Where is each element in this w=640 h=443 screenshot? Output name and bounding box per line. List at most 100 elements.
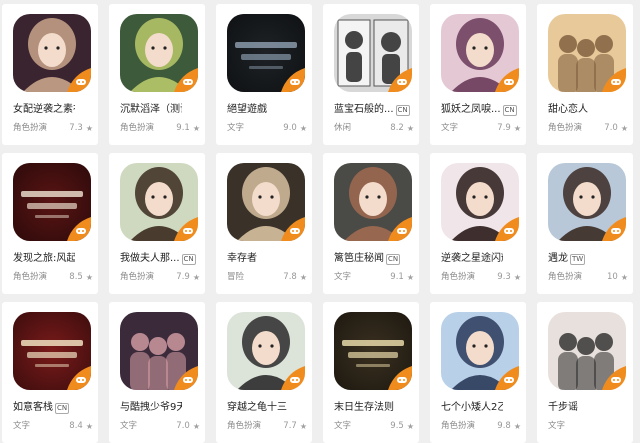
game-card[interactable]: 遇龙 TW 角色扮演 10 ★ xyxy=(537,153,633,294)
game-card[interactable]: 逆袭之星途闪耀... 角色扮演 9.3★ xyxy=(430,153,526,294)
region-badge: CN xyxy=(395,104,410,116)
game-category: 文字 xyxy=(13,421,31,431)
game-title[interactable]: 末日生存法则 xyxy=(334,401,394,415)
game-grid: 女配逆袭之素衣角色扮演7.3★沉默滔泽（测试...角色扮演9.1★絕望遊戲文字9… xyxy=(0,0,640,443)
game-title[interactable]: 蓝宝石般的... xyxy=(334,103,394,117)
game-title[interactable]: 狐妖之凤唳... xyxy=(441,103,501,117)
game-card[interactable]: 女配逆袭之素衣角色扮演 7.3★ xyxy=(2,4,98,145)
star-icon: ★ xyxy=(192,273,200,282)
game-title[interactable]: 穿越之龟十三 xyxy=(227,401,287,415)
game-card[interactable]: 甜心恋人 角色扮演 7.0 ★ xyxy=(537,4,633,145)
game-title-row: 幸存者 xyxy=(227,251,311,267)
game-title[interactable]: 絕望遊戲 xyxy=(227,103,267,117)
game-title[interactable]: 逆袭之星途闪耀... xyxy=(441,252,503,266)
manga-icon[interactable] xyxy=(334,14,412,92)
portrait-icon[interactable] xyxy=(548,163,626,241)
game-meta-row: 角色扮演 9.8 ★ xyxy=(441,421,521,432)
game-category: 角色扮演 xyxy=(441,272,476,282)
game-card[interactable]: 七个小矮人2乙... 角色扮演 9.8★ xyxy=(430,302,526,443)
game-meta-row: 文字 xyxy=(548,421,628,432)
star-icon: ★ xyxy=(85,124,93,133)
game-score: 9.1 xyxy=(390,272,404,282)
game-card[interactable]: 狐妖之凤唳... CN 文字 7.9 ★ xyxy=(430,4,526,145)
portrait-icon[interactable] xyxy=(13,14,91,92)
game-title[interactable]: 沉默滔泽（测试... xyxy=(120,103,182,117)
game-card[interactable]: 我做夫人那... CN 角色扮演 7.9 ★ xyxy=(109,153,205,294)
group-icon[interactable] xyxy=(548,14,626,92)
star-icon: ★ xyxy=(299,422,307,431)
game-meta-row: 角色扮演 9.3 ★ xyxy=(441,272,521,283)
game-title[interactable]: 发现之旅:风起... xyxy=(13,252,75,266)
region-badge: CN xyxy=(386,253,401,265)
game-score: 7.3 xyxy=(69,123,83,133)
game-card[interactable]: 幸存者冒险 7.8 ★ xyxy=(216,153,312,294)
game-title[interactable]: 遇龙 xyxy=(548,252,568,266)
game-title[interactable]: 女配逆袭之素衣 xyxy=(13,103,75,117)
game-score: 9.5 xyxy=(390,421,404,431)
star-icon: ★ xyxy=(85,273,93,282)
game-title-row: 甜心恋人 xyxy=(548,102,632,118)
game-title[interactable]: 篱笆庄秘闻 xyxy=(334,252,384,266)
game-card[interactable]: 沉默滔泽（测试... 角色扮演 9.1★ xyxy=(109,4,205,145)
portrait-icon[interactable] xyxy=(227,312,305,390)
game-title-row: 末日生存法则 xyxy=(334,400,418,416)
game-title-row: 穿越之龟十三 xyxy=(227,400,311,416)
game-score: 9.0 xyxy=(283,123,297,133)
star-icon: ★ xyxy=(406,124,414,133)
game-title[interactable]: 我做夫人那... xyxy=(120,252,180,266)
game-title[interactable]: 七个小矮人2乙... xyxy=(441,401,503,415)
game-meta-row: 角色扮演 7.3 ★ xyxy=(13,123,93,134)
portrait-icon[interactable] xyxy=(120,14,198,92)
game-card[interactable]: 篱笆庄秘闻 CN 文字 9.1 ★ xyxy=(323,153,419,294)
game-card[interactable]: 末日生存法则 文字 9.5 ★ xyxy=(323,302,419,443)
game-score: 9.8 xyxy=(497,421,511,431)
game-category: 文字 xyxy=(334,421,352,431)
game-title-row: 与酷拽少爷9天... xyxy=(120,400,204,416)
title-art-icon[interactable] xyxy=(13,163,91,241)
game-category: 角色扮演 xyxy=(120,272,155,282)
portrait-icon[interactable] xyxy=(227,163,305,241)
region-badge: CN xyxy=(502,104,517,116)
game-score: 8.4 xyxy=(69,421,83,431)
game-card[interactable]: 蓝宝石般的... CN 休闲 8.2 ★ xyxy=(323,4,419,145)
game-card[interactable]: 与酷拽少爷9天... 文字 7.0★ xyxy=(109,302,205,443)
group-icon[interactable] xyxy=(548,312,626,390)
game-score: 8.5 xyxy=(69,272,83,282)
star-icon: ★ xyxy=(620,273,628,282)
game-title-row: 千步谣 xyxy=(548,400,632,416)
game-title[interactable]: 如意客栈 xyxy=(13,401,53,415)
game-title-row: 遇龙 TW xyxy=(548,251,632,267)
game-meta-row: 文字 9.0 ★ xyxy=(227,123,307,134)
game-meta-row: 冒险 7.8 ★ xyxy=(227,272,307,283)
game-category: 角色扮演 xyxy=(548,272,583,282)
star-icon: ★ xyxy=(513,124,521,133)
game-title-row: 蓝宝石般的... CN xyxy=(334,102,418,118)
game-title[interactable]: 幸存者 xyxy=(227,252,257,266)
game-meta-row: 文字 7.0 ★ xyxy=(120,421,200,432)
game-category: 文字 xyxy=(334,272,352,282)
game-meta-row: 角色扮演 7.9 ★ xyxy=(120,272,200,283)
portrait-icon[interactable] xyxy=(334,163,412,241)
region-badge: TW xyxy=(570,253,586,265)
title-art-icon[interactable] xyxy=(334,312,412,390)
group-icon[interactable] xyxy=(120,312,198,390)
game-card[interactable]: 千步谣 文字 xyxy=(537,302,633,443)
game-card[interactable]: 如意客栈 CN 文字 8.4 ★ xyxy=(2,302,98,443)
game-card[interactable]: 絕望遊戲文字 9.0 ★ xyxy=(216,4,312,145)
title-art-icon[interactable] xyxy=(13,312,91,390)
game-title[interactable]: 千步谣 xyxy=(548,401,578,415)
portrait-icon[interactable] xyxy=(441,312,519,390)
game-title[interactable]: 与酷拽少爷9天... xyxy=(120,401,182,415)
star-icon: ★ xyxy=(85,422,93,431)
game-category: 角色扮演 xyxy=(13,272,48,282)
portrait-icon[interactable] xyxy=(120,163,198,241)
portrait-icon[interactable] xyxy=(441,163,519,241)
portrait-icon[interactable] xyxy=(441,14,519,92)
game-title-row: 沉默滔泽（测试... xyxy=(120,102,204,118)
game-category: 冒险 xyxy=(227,272,245,282)
title-art-icon[interactable] xyxy=(227,14,305,92)
game-card[interactable]: 穿越之龟十三 角色扮演 7.7 ★ xyxy=(216,302,312,443)
game-title[interactable]: 甜心恋人 xyxy=(548,103,588,117)
game-card[interactable]: 发现之旅:风起... 角色扮演 8.5★ xyxy=(2,153,98,294)
game-title-row: 发现之旅:风起... xyxy=(13,251,97,267)
